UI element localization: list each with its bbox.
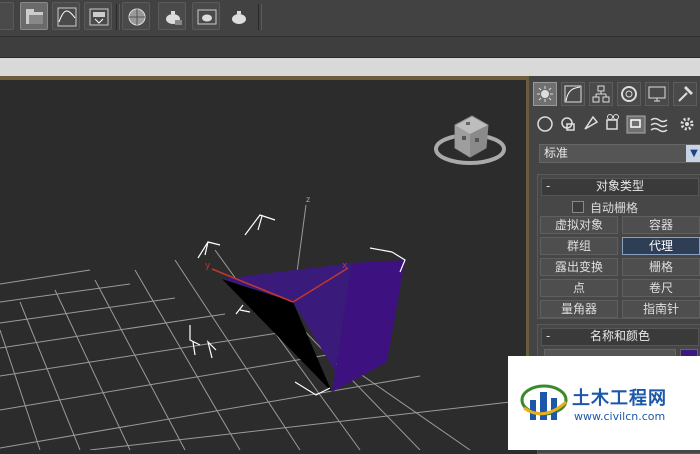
collapse-icon: - bbox=[546, 329, 551, 343]
watermark-url: www.civilcn.com bbox=[574, 410, 666, 423]
shapes-icon[interactable] bbox=[561, 117, 575, 131]
object-type-rollout-header[interactable]: - 对象类型 bbox=[541, 178, 699, 196]
autogrid-checkbox[interactable] bbox=[572, 201, 584, 213]
toolbar-separator bbox=[116, 4, 120, 30]
object-category-dropdown[interactable]: 标准 ▼ bbox=[539, 144, 700, 163]
autogrid-label: 自动栅格 bbox=[590, 201, 639, 215]
render-production-button[interactable] bbox=[224, 2, 252, 30]
point-button[interactable]: 点 bbox=[540, 279, 618, 297]
create-subtabs bbox=[531, 112, 700, 140]
render-setup-icon bbox=[89, 8, 109, 26]
toolbar-separator bbox=[258, 4, 262, 30]
container-button[interactable]: 容器 bbox=[622, 216, 700, 234]
menu-strip bbox=[0, 37, 700, 58]
hierarchy-icon bbox=[592, 85, 610, 103]
site-watermark: 土木工程网 www.civilcn.com bbox=[508, 356, 700, 450]
curve-editor-button[interactable] bbox=[52, 2, 80, 30]
material-editor-icon bbox=[128, 8, 146, 26]
exposetransform-button[interactable]: 露出变换 bbox=[540, 258, 618, 276]
viewport-scene: z x y bbox=[0, 115, 511, 450]
protractor-button[interactable]: 量角器 bbox=[540, 300, 618, 318]
hierarchy-tab[interactable] bbox=[589, 82, 613, 106]
perspective-viewport[interactable]: z x y bbox=[0, 80, 526, 450]
motion-tab[interactable] bbox=[617, 82, 641, 106]
chevron-down-icon[interactable]: ▼ bbox=[686, 145, 700, 162]
create-subtab-icons bbox=[537, 114, 694, 134]
display-tab[interactable] bbox=[645, 82, 669, 106]
manage-scene-states-button[interactable] bbox=[20, 2, 48, 30]
crowd-button[interactable]: 群组 bbox=[540, 237, 618, 255]
schematic-view-button[interactable] bbox=[84, 2, 112, 30]
render-production-icon bbox=[232, 11, 246, 24]
object-type-buttons: 虚拟对象 容器 群组 代理 露出变换 栅格 点 卷尺 量角器 指南针 bbox=[538, 215, 700, 319]
geometry-icon[interactable] bbox=[537, 116, 553, 132]
systems-icon[interactable] bbox=[680, 117, 694, 131]
modify-tab[interactable] bbox=[561, 82, 585, 106]
space-warps-icon[interactable] bbox=[650, 117, 668, 133]
create-tab[interactable] bbox=[533, 82, 557, 106]
hammer-icon bbox=[678, 86, 693, 102]
compass-button[interactable]: 指南针 bbox=[622, 300, 700, 318]
dropdown-value: 标准 bbox=[544, 146, 569, 160]
motion-icon bbox=[621, 86, 637, 102]
lights-icon[interactable] bbox=[584, 115, 599, 130]
proxy-button[interactable]: 代理 bbox=[622, 237, 700, 255]
autogrid-row: 自动栅格 bbox=[538, 199, 700, 215]
main-toolbar bbox=[0, 0, 700, 37]
z-axis-label: z bbox=[306, 195, 310, 204]
render-setup-button[interactable] bbox=[158, 2, 186, 30]
curve-editor-icon bbox=[57, 7, 77, 27]
dummy-button[interactable]: 虚拟对象 bbox=[540, 216, 618, 234]
modify-curve-icon bbox=[564, 85, 582, 103]
partial-button[interactable] bbox=[0, 2, 14, 30]
x-axis-label: x bbox=[342, 261, 348, 271]
name-color-rollout-header[interactable]: - 名称和颜色 bbox=[541, 328, 699, 346]
ribbon-strip bbox=[0, 58, 700, 76]
sun-create-icon bbox=[537, 86, 553, 102]
object-type-rollout: - 对象类型 自动栅格 虚拟对象 容器 群组 代理 露出变换 栅格 点 卷尺 量… bbox=[537, 174, 700, 319]
watermark-title: 土木工程网 bbox=[572, 388, 667, 409]
teapot-render-icon bbox=[166, 11, 182, 25]
object-type-title: 对象类型 bbox=[595, 179, 644, 193]
render-frame-icon bbox=[197, 9, 217, 25]
utilities-tab[interactable] bbox=[673, 82, 697, 106]
display-monitor-icon bbox=[648, 86, 666, 102]
civilcn-logo-icon bbox=[520, 384, 568, 420]
cameras-icon[interactable] bbox=[606, 114, 619, 130]
collapse-icon: - bbox=[546, 179, 551, 193]
tape-button[interactable]: 卷尺 bbox=[622, 279, 700, 297]
folder-open-icon bbox=[26, 9, 43, 24]
material-editor-button[interactable] bbox=[122, 2, 150, 30]
name-color-title: 名称和颜色 bbox=[589, 329, 650, 343]
render-frame-button[interactable] bbox=[192, 2, 220, 30]
y-axis-label: y bbox=[205, 261, 211, 271]
grid-button[interactable]: 栅格 bbox=[622, 258, 700, 276]
helpers-icon[interactable] bbox=[626, 115, 646, 134]
viewcube[interactable] bbox=[434, 115, 506, 165]
proxy-object[interactable]: x y bbox=[205, 260, 405, 392]
command-panel-tabs bbox=[531, 80, 700, 108]
